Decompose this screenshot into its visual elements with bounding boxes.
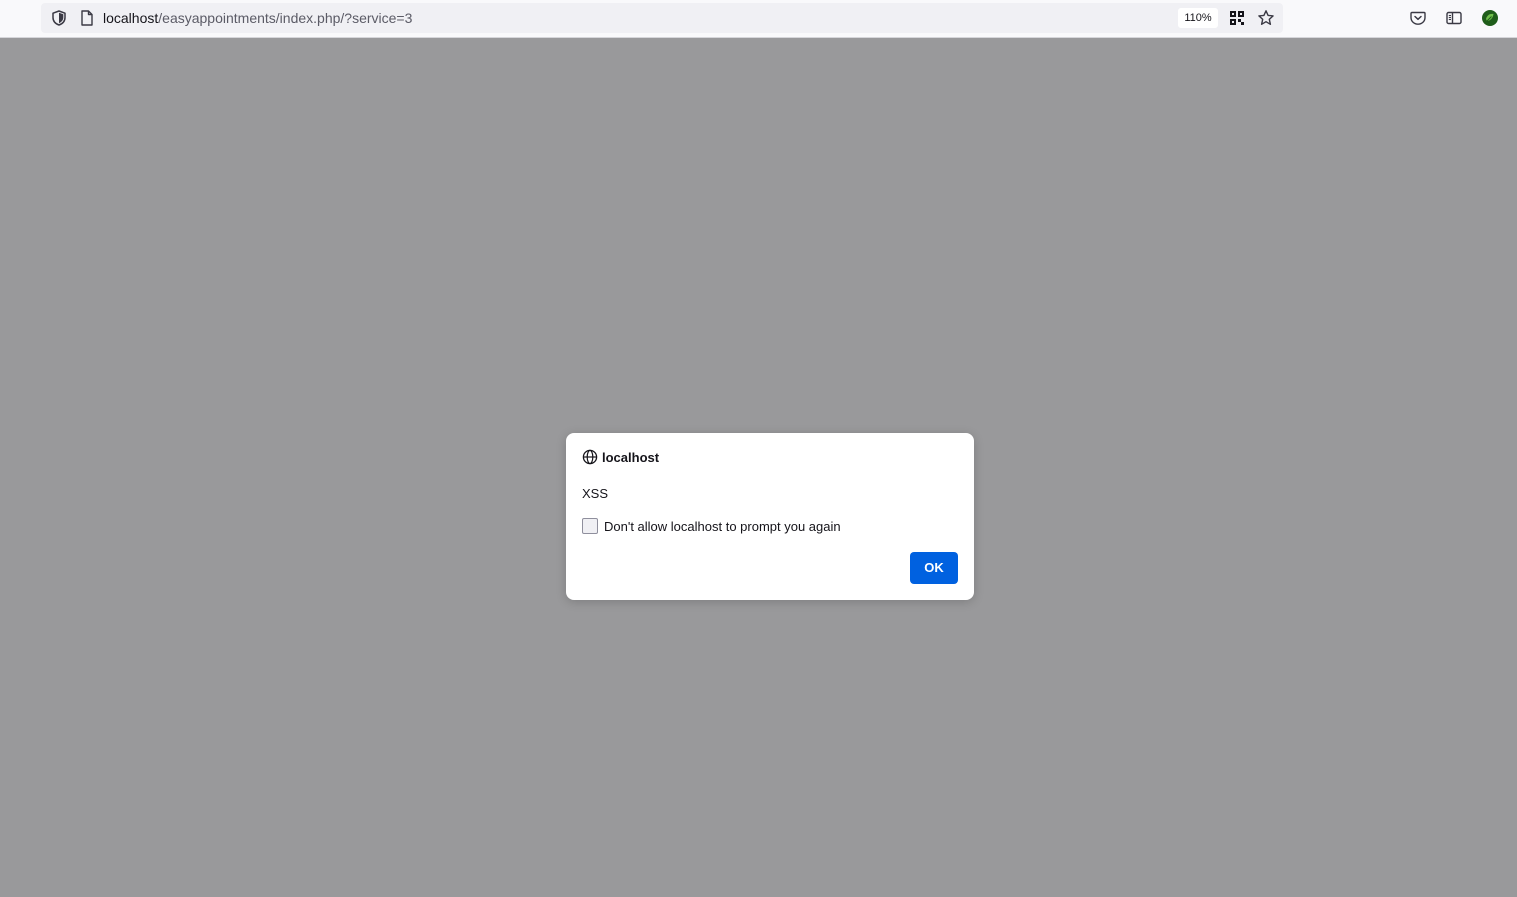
zoom-level-button[interactable]: 110% <box>1178 8 1218 28</box>
browser-toolbar: localhost/easyappointments/index.php/?se… <box>0 0 1517 38</box>
url-text[interactable]: localhost/easyappointments/index.php/?se… <box>103 3 412 33</box>
dialog-message: XSS <box>582 486 609 501</box>
alert-dialog: localhost XSS Don't allow localhost to p… <box>566 433 974 600</box>
bookmark-star-icon[interactable] <box>1257 9 1275 27</box>
globe-icon <box>582 449 598 465</box>
account-avatar-icon[interactable] <box>1481 9 1499 27</box>
qr-code-icon[interactable] <box>1229 10 1245 26</box>
ok-button[interactable]: OK <box>910 552 958 584</box>
tracking-protection-shield-icon[interactable] <box>50 9 68 27</box>
page-document-icon[interactable] <box>79 9 95 27</box>
dont-allow-prompt-checkbox[interactable] <box>582 518 598 534</box>
url-path: /easyappointments/index.php/?service=3 <box>158 10 413 26</box>
pocket-icon[interactable] <box>1409 9 1427 27</box>
url-host: localhost <box>103 10 159 26</box>
sidebar-icon[interactable] <box>1445 9 1463 27</box>
dont-allow-prompt-label[interactable]: Don't allow localhost to prompt you agai… <box>604 518 841 535</box>
dialog-origin: localhost <box>602 450 660 465</box>
url-bar[interactable]: localhost/easyappointments/index.php/?se… <box>41 3 1283 33</box>
